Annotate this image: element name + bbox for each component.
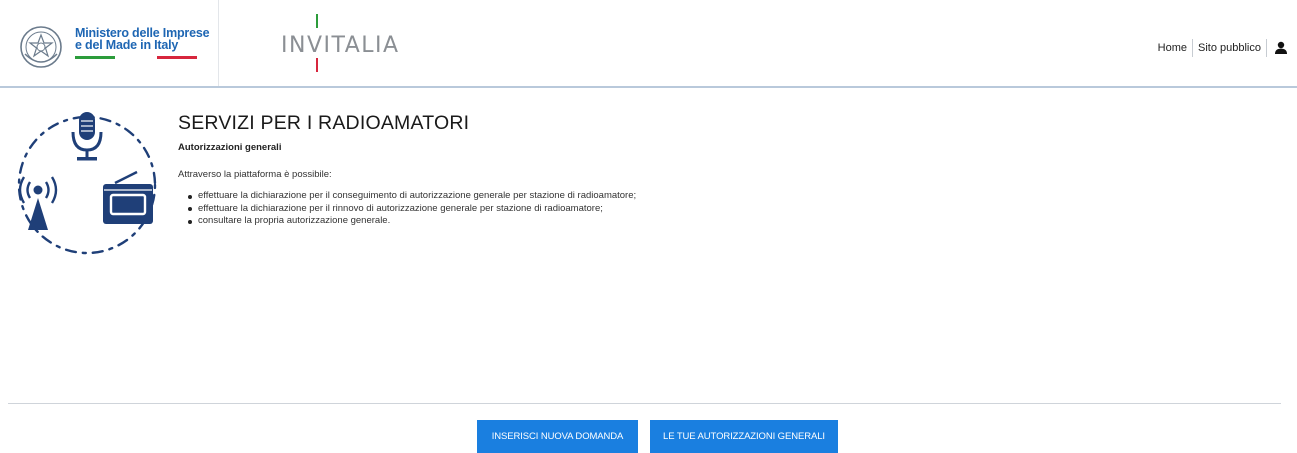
intro-text: Attraverso la piattaforma è possibile: bbox=[178, 169, 332, 180]
page-title: SERVIZI PER I RADIOAMATORI bbox=[178, 112, 470, 134]
site-header: Ministero delle Imprese e del Made in It… bbox=[0, 0, 1297, 88]
new-request-button[interactable]: INSERISCI NUOVA DOMANDA bbox=[477, 420, 638, 453]
top-navigation: Home Sito pubblico bbox=[1153, 39, 1289, 57]
antenna-icon bbox=[18, 176, 58, 230]
flag-green-bar bbox=[75, 56, 115, 59]
nav-home-link[interactable]: Home bbox=[1153, 40, 1192, 56]
services-list: effettuare la dichiarazione per il conse… bbox=[176, 190, 658, 228]
list-item: consultare la propria autorizzazione gen… bbox=[188, 215, 658, 228]
ministry-name[interactable]: Ministero delle Imprese e del Made in It… bbox=[75, 27, 210, 52]
radio-services-illustration bbox=[17, 112, 157, 255]
microphone-icon bbox=[71, 112, 103, 161]
page-subtitle: Autorizzazioni generali bbox=[178, 142, 282, 153]
radio-icon bbox=[103, 170, 153, 224]
user-icon[interactable] bbox=[1273, 40, 1289, 56]
footer-divider bbox=[8, 403, 1281, 404]
my-authorizations-button[interactable]: LE TUE AUTORIZZAZIONI GENERALI bbox=[650, 420, 838, 453]
invitalia-green-accent bbox=[316, 14, 318, 28]
header-divider bbox=[218, 0, 219, 86]
ministry-name-line2: e del Made in Italy bbox=[75, 38, 179, 52]
list-item: effettuare la dichiarazione per il rinno… bbox=[188, 203, 658, 216]
invitalia-logo[interactable]: INVITALIA bbox=[281, 33, 400, 58]
italian-republic-emblem-icon bbox=[20, 26, 62, 68]
nav-public-site-link[interactable]: Sito pubblico bbox=[1193, 40, 1266, 56]
flag-red-bar bbox=[157, 56, 197, 59]
invitalia-red-accent bbox=[316, 58, 318, 72]
nav-divider bbox=[1266, 39, 1267, 57]
list-item: effettuare la dichiarazione per il conse… bbox=[188, 190, 658, 203]
